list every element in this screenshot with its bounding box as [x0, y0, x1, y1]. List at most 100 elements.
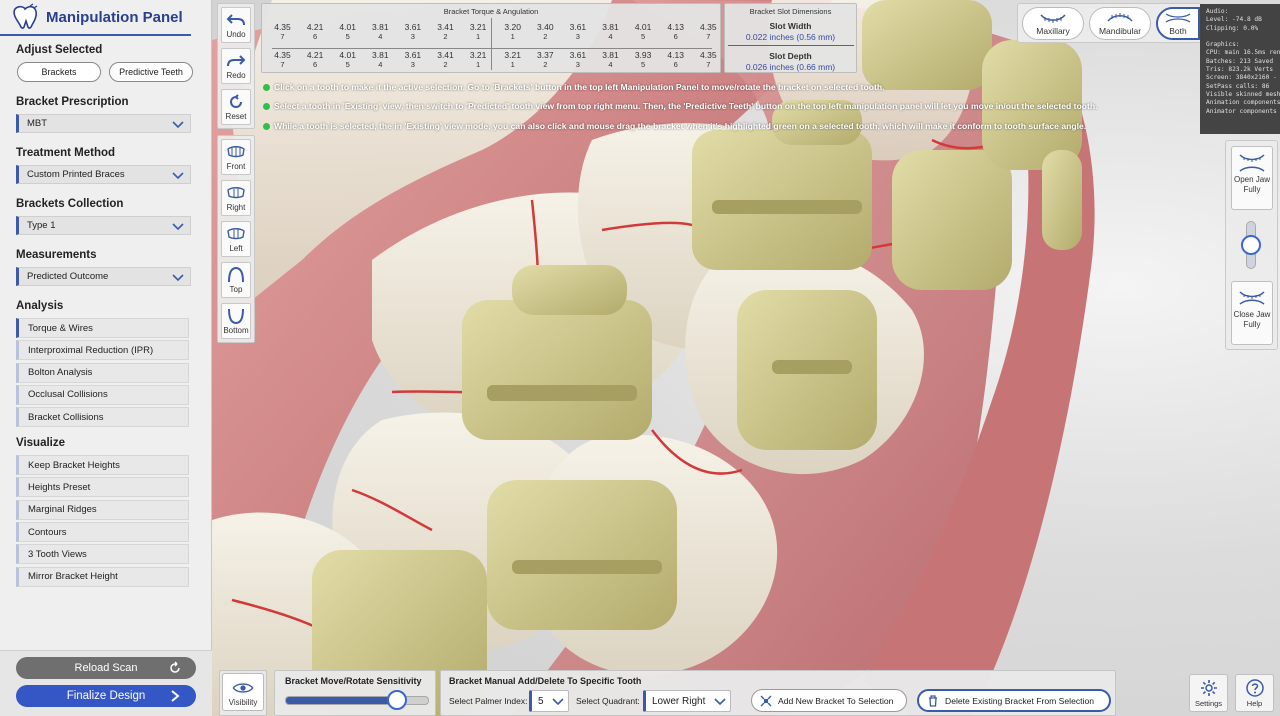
instruction-3: While a tooth is selected, the in 'Exist…	[263, 121, 1086, 131]
torque-value: 3.81	[602, 22, 619, 32]
analysis-item-occlusal-collisions[interactable]: Occlusal Collisions	[16, 384, 189, 405]
treatment-method-select[interactable]: Custom Printed Braces	[16, 165, 191, 184]
torque-value: 3.81	[372, 50, 389, 60]
torque-value: 3.40	[537, 22, 554, 32]
analysis-item-torque-wires[interactable]: Torque & Wires	[16, 318, 189, 338]
instruction-1: Click on a tooth to make it the active s…	[263, 82, 885, 92]
adjust-selected-title: Adjust Selected	[16, 44, 103, 56]
tooth-index: 2	[443, 32, 448, 41]
delete-bracket-button[interactable]: Delete Existing Bracket From Selection	[917, 689, 1111, 712]
torque-row-upper: 4.35 7 4.21 6 4.01 5 3.81 4 3.61 3 3.41 2 3.21 1 3.20 1…	[262, 22, 722, 46]
slot-dimensions-panel: Bracket Slot Dimensions Slot Width 0.022…	[724, 3, 857, 73]
add-bracket-button[interactable]: Add New Bracket To Selection	[751, 689, 907, 712]
upper-jaw-icon	[1040, 13, 1066, 23]
bracket-prescription-value: MBT	[27, 118, 48, 129]
teeth-right-icon	[227, 186, 245, 198]
tooth-index: 3	[575, 60, 580, 69]
open-jaw-label: Open Jaw Fully	[1233, 175, 1271, 194]
green-dot-icon	[263, 122, 270, 130]
torque-value: 3.41	[437, 22, 454, 32]
view-bottom-label: Bottom	[223, 325, 249, 335]
torque-cell: 3.21 1	[496, 50, 529, 70]
brackets-button[interactable]: Brackets	[17, 62, 101, 82]
manual-bracket-box: Bracket Manual Add/Delete To Specific To…	[440, 670, 1116, 716]
view-front-label: Front	[226, 161, 246, 171]
torque-value: 4.13	[667, 22, 684, 32]
sensitivity-slider-handle[interactable]	[387, 690, 408, 710]
analysis-item-ipr[interactable]: Interproximal Reduction (IPR)	[16, 340, 189, 361]
open-jaw-button[interactable]: Open Jaw Fully	[1231, 146, 1273, 210]
tooth-index: 7	[706, 32, 711, 41]
tooth-index: 4	[378, 32, 383, 41]
chevron-down-icon	[552, 698, 564, 706]
both-label: Both	[1169, 25, 1187, 36]
visualize-item-contours[interactable]: Contours	[16, 522, 189, 543]
torque-cell: 3.61 3	[561, 22, 594, 42]
view-toolbar: Front Right Left Top Bottom	[217, 135, 255, 343]
jaw-selector: Maxillary Mandibular Both	[1017, 3, 1202, 43]
help-icon	[1245, 679, 1264, 697]
view-left-label: Left	[229, 243, 243, 253]
green-dot-icon	[263, 102, 270, 110]
view-right-button[interactable]: Right	[221, 180, 251, 216]
chevron-down-icon	[172, 222, 184, 230]
measurements-select[interactable]: Predicted Outcome	[16, 267, 191, 286]
help-button[interactable]: Help	[1235, 674, 1274, 712]
slot-width-value: 0.022 inches (0.56 mm)	[745, 32, 836, 42]
jaw-opening-slider-handle[interactable]	[1241, 235, 1261, 255]
bracket-prescription-select[interactable]: MBT	[16, 114, 191, 133]
slot-divider	[727, 45, 854, 46]
analysis-item-bolton[interactable]: Bolton Analysis	[16, 362, 189, 383]
teeth-front-icon	[227, 145, 245, 157]
view-top-button[interactable]: Top	[221, 262, 251, 298]
palmer-index-select[interactable]: 5	[529, 690, 569, 712]
torque-cell: 3.81 4	[594, 22, 627, 42]
delete-bracket-label: Delete Existing Bracket From Selection	[945, 695, 1095, 706]
panel-title: Manipulation Panel	[46, 8, 183, 26]
finalize-design-button[interactable]: Finalize Design	[16, 685, 196, 707]
both-button[interactable]: Both	[1156, 7, 1200, 40]
torque-cell: 3.40 2	[529, 22, 562, 42]
torque-cell: 4.13 6	[659, 50, 692, 70]
help-label: Help	[1246, 699, 1263, 708]
visualize-item-keep-bracket-heights[interactable]: Keep Bracket Heights	[16, 455, 189, 476]
reset-button[interactable]: Reset	[221, 89, 251, 125]
view-bottom-button[interactable]: Bottom	[221, 303, 251, 339]
reset-label: Reset	[225, 111, 247, 121]
undo-button[interactable]: Undo	[221, 7, 251, 43]
visibility-button[interactable]: Visibility	[222, 673, 264, 711]
visualize-item-mirror-bracket-height[interactable]: Mirror Bracket Height	[16, 566, 189, 587]
close-jaw-button[interactable]: Close Jaw Fully	[1231, 281, 1273, 345]
panel-header: Manipulation Panel	[0, 0, 191, 36]
torque-cell: 4.35 7	[266, 22, 299, 42]
reload-scan-button[interactable]: Reload Scan	[16, 657, 196, 679]
torque-cell: 4.01 5	[331, 50, 364, 70]
view-left-button[interactable]: Left	[221, 221, 251, 257]
brackets-collection-select[interactable]: Type 1	[16, 216, 191, 235]
torque-value: 4.35	[274, 22, 291, 32]
quadrant-select[interactable]: Lower Right	[643, 690, 731, 712]
redo-button[interactable]: Redo	[221, 48, 251, 84]
visualize-item-heights-preset[interactable]: Heights Preset	[16, 477, 189, 498]
analysis-item-bracket-collisions[interactable]: Bracket Collisions	[16, 407, 189, 428]
sensitivity-slider[interactable]	[285, 696, 429, 705]
stats-line: Audio:	[1206, 8, 1229, 15]
eye-icon	[232, 683, 254, 693]
bracket[interactable]	[737, 290, 877, 450]
mandibular-button[interactable]: Mandibular	[1089, 7, 1151, 40]
predictive-teeth-button[interactable]: Predictive Teeth	[109, 62, 193, 82]
manual-bracket-title: Bracket Manual Add/Delete To Specific To…	[449, 676, 642, 686]
visualize-item-3-tooth-views[interactable]: 3 Tooth Views	[16, 544, 189, 565]
bracket[interactable]	[487, 480, 677, 630]
visualize-item-marginal-ridges[interactable]: Marginal Ridges	[16, 499, 189, 520]
tooth-index: 5	[641, 60, 646, 69]
add-bracket-label: Add New Bracket To Selection	[778, 695, 894, 706]
chevron-down-icon	[172, 273, 184, 281]
settings-button[interactable]: Settings	[1189, 674, 1228, 712]
torque-value: 3.81	[372, 22, 389, 32]
torque-cell: 3.81 4	[594, 50, 627, 70]
stats-line: Tris: 823.2k Verts	[1206, 66, 1274, 74]
maxillary-button[interactable]: Maxillary	[1022, 7, 1084, 40]
view-front-button[interactable]: Front	[221, 139, 251, 175]
panel-footer: Reload Scan Finalize Design	[0, 650, 212, 716]
